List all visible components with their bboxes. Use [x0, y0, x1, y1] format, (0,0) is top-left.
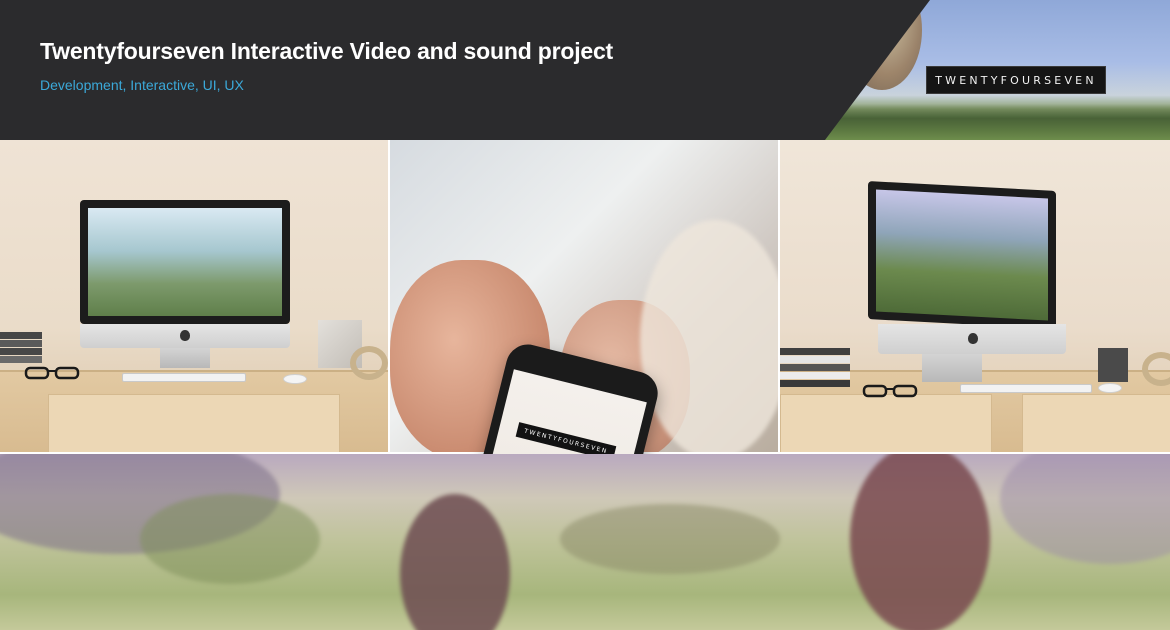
person-silhouette-right [850, 454, 990, 630]
project-gallery: TWENTYFOURSEVEN [0, 140, 1170, 616]
person-silhouette-left [400, 494, 510, 630]
desk-drawer [1022, 394, 1170, 452]
branch-blur [560, 504, 780, 574]
sky-blur [1000, 454, 1170, 564]
glasses-icon [24, 366, 80, 380]
walking-video-image [876, 189, 1048, 321]
desk-drawer [780, 394, 992, 452]
desk-drawer [48, 394, 340, 452]
apple-icon [968, 333, 978, 344]
books-image [0, 332, 42, 364]
brand-logo: TWENTYFOURSEVEN [926, 66, 1106, 94]
desk-image [0, 370, 388, 452]
keyboard-image [960, 384, 1092, 393]
imac-screen [868, 181, 1056, 329]
hammock-video-image [88, 208, 282, 316]
mouse-image [283, 374, 307, 384]
books-image [780, 348, 850, 388]
imac-stand [922, 354, 982, 382]
header-title-panel [0, 0, 930, 140]
mouse-image [1098, 383, 1122, 393]
keyboard-image [122, 373, 246, 382]
grass-blur [140, 494, 320, 584]
headphones-icon [350, 346, 388, 380]
gallery-image-imac-hammock[interactable] [0, 140, 388, 452]
project-page: Twentyfourseven Interactive Video and so… [0, 0, 1170, 630]
imac-screen [80, 200, 290, 324]
gallery-image-imac-walking[interactable] [780, 140, 1170, 452]
bottom-hero-image [0, 454, 1170, 630]
imac-stand [160, 348, 210, 368]
dark-cube-image [1098, 348, 1128, 382]
imac-chin [878, 324, 1066, 354]
glasses-icon [862, 384, 918, 398]
project-header: Twentyfourseven Interactive Video and so… [0, 0, 1170, 140]
apple-icon [180, 330, 190, 341]
project-tags[interactable]: Development, Interactive, UI, UX [40, 77, 244, 93]
project-title: Twentyfourseven Interactive Video and so… [40, 38, 614, 64]
imac-chin [80, 324, 290, 348]
landscape-image [820, 104, 1170, 140]
blurred-background [640, 220, 778, 452]
